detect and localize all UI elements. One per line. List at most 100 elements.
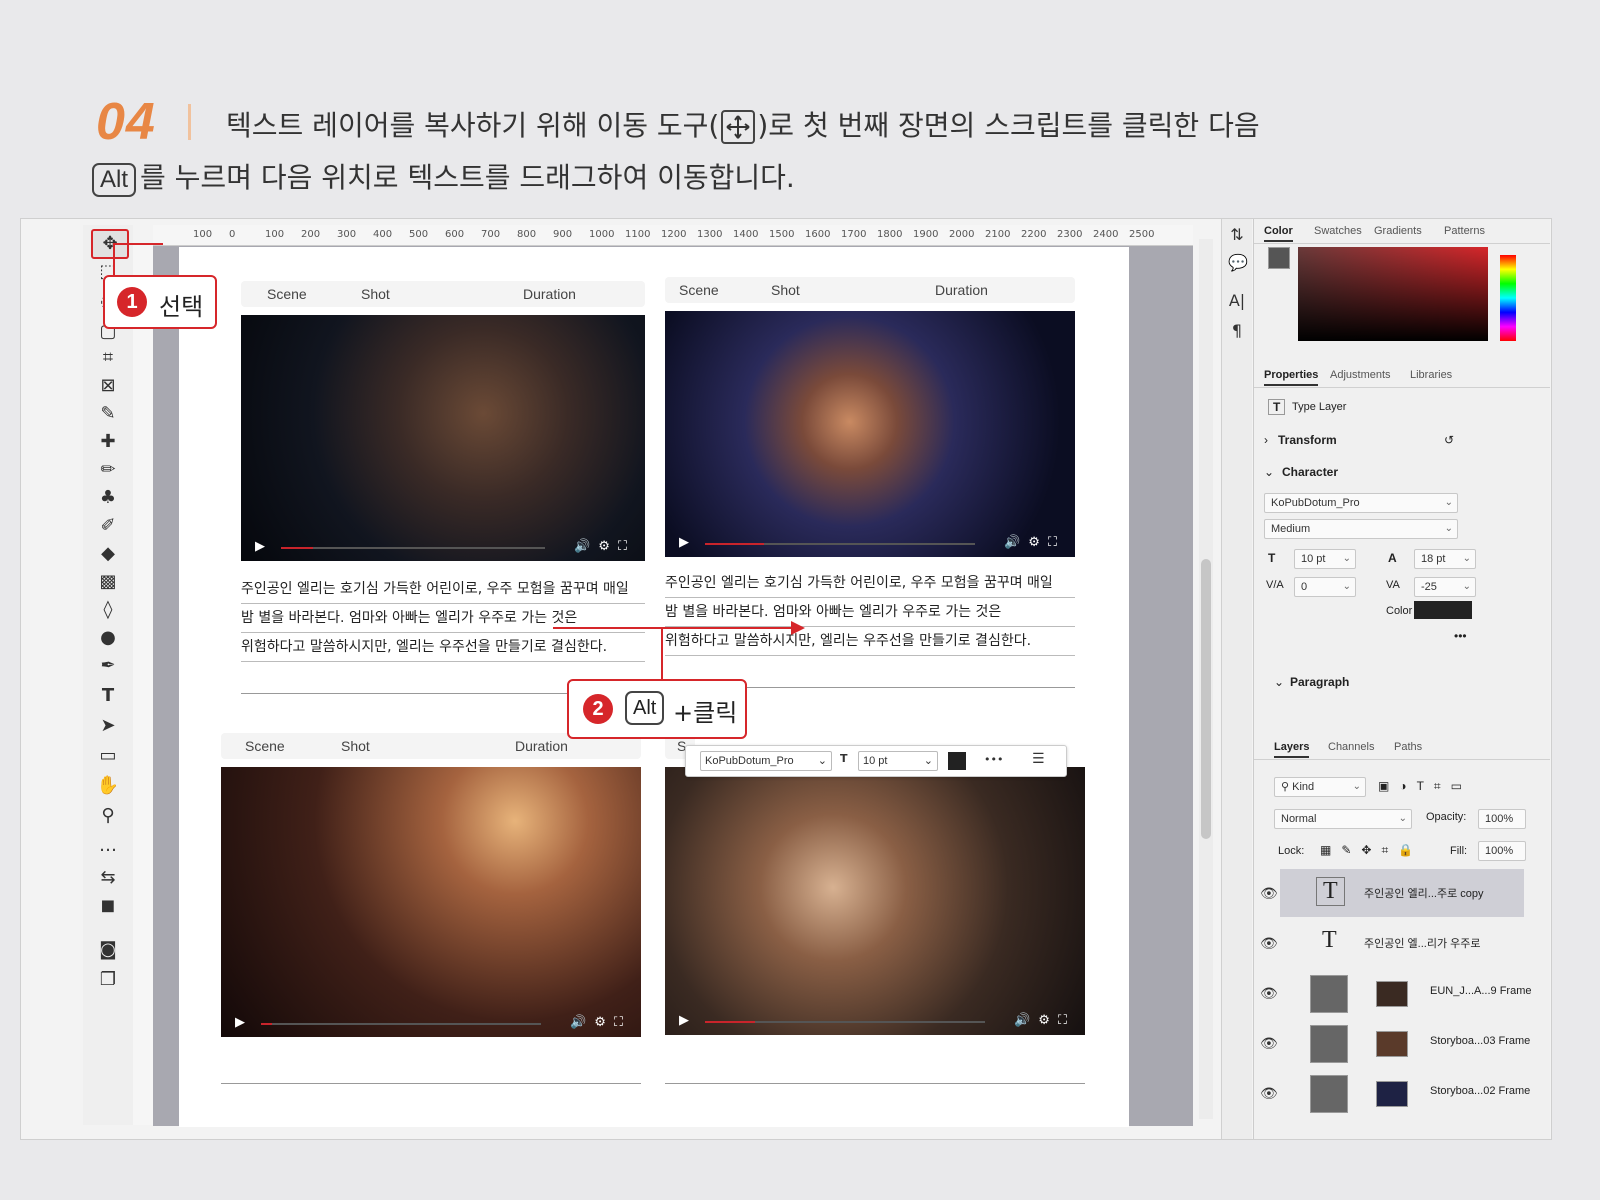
layer-row[interactable]: 👁 Storyboa...02 Frame xyxy=(1260,1069,1530,1117)
color-field[interactable] xyxy=(1298,247,1488,341)
leading-field[interactable]: 18 pt ⌄ xyxy=(1414,549,1476,569)
play-icon[interactable]: ▶ xyxy=(679,1013,689,1028)
tab-paths[interactable]: Paths xyxy=(1394,741,1422,753)
character-icon[interactable]: A| xyxy=(1228,291,1246,310)
more-options-button[interactable]: ••• xyxy=(984,753,1003,766)
tab-patterns[interactable]: Patterns xyxy=(1444,225,1485,237)
shot-label: Shot xyxy=(341,738,370,754)
tracking-field[interactable]: -25 ⌄ xyxy=(1414,577,1476,597)
eye-icon[interactable]: 👁 xyxy=(1260,935,1278,952)
text-color-swatch[interactable] xyxy=(948,752,966,770)
alt-key: Alt xyxy=(625,691,665,725)
frame-tool-icon[interactable]: ⊠ xyxy=(91,373,125,399)
tab-libraries[interactable]: Libraries xyxy=(1410,369,1452,381)
swap-colors-icon[interactable]: ⇆ xyxy=(91,865,125,891)
paragraph-icon[interactable]: ¶ xyxy=(1228,321,1246,340)
progress-bar[interactable] xyxy=(705,543,975,545)
layer-row[interactable]: 👁 EUN_J...A...9 Frame xyxy=(1260,969,1531,1017)
opacity-field[interactable]: 100% xyxy=(1478,809,1526,829)
tab-channels[interactable]: Channels xyxy=(1328,741,1374,753)
play-icon[interactable]: ▶ xyxy=(255,539,265,554)
layer-filter-icons[interactable]: ▣◑T⌗▭ xyxy=(1378,779,1472,794)
chevron-down-icon: ⌄ xyxy=(817,755,827,767)
text-color-swatch[interactable] xyxy=(1414,601,1472,619)
tab-layers[interactable]: Layers xyxy=(1274,741,1310,758)
scroll-thumb[interactable] xyxy=(1201,559,1211,839)
quick-mask-icon[interactable]: ◙ xyxy=(91,937,125,963)
history-brush-icon[interactable]: ✐ xyxy=(91,513,125,539)
tab-color[interactable]: Color xyxy=(1264,225,1293,242)
layer-filter-kind[interactable]: ⚲ Kind ⌄ xyxy=(1274,777,1366,797)
font-style-field[interactable]: Medium ⌄ xyxy=(1264,519,1458,539)
font-family-field[interactable]: KoPubDotum_Pro ⌄ xyxy=(1264,493,1458,513)
play-icon[interactable]: ▶ xyxy=(235,1015,245,1030)
character-section[interactable]: Character xyxy=(1282,465,1338,479)
stamp-tool-icon[interactable]: ♣ xyxy=(91,485,125,511)
progress-bar[interactable] xyxy=(705,1021,985,1023)
progress-bar[interactable] xyxy=(281,547,545,549)
blur-tool-icon[interactable]: ◊ xyxy=(91,597,125,623)
pen-tool-icon[interactable]: ✒ xyxy=(91,653,125,679)
dodge-tool-icon[interactable]: ● xyxy=(91,625,125,651)
eraser-tool-icon[interactable]: ◆ xyxy=(91,541,125,567)
sleeping-girl-image: ▶ 🔊⚙⛶ xyxy=(665,767,1085,1035)
rectangle-tool-icon[interactable]: ▭ xyxy=(91,743,125,769)
eyedropper-icon[interactable]: ✎ xyxy=(91,401,125,427)
player-icons[interactable]: 🔊⚙⛶ xyxy=(570,1015,631,1030)
screen-mode-icon[interactable]: ❐ xyxy=(91,967,125,993)
tab-properties[interactable]: Properties xyxy=(1264,369,1319,386)
opacity-label: Opacity: xyxy=(1426,811,1467,823)
script-text-2[interactable]: 주인공인 엘리는 호기심 가득한 어린이로, 우주 모험을 꿈꾸며 매일 밤 별… xyxy=(665,569,1075,656)
kerning-field[interactable]: 0 ⌄ xyxy=(1294,577,1356,597)
eye-icon[interactable]: 👁 xyxy=(1260,1035,1278,1052)
font-size-value: 10 pt xyxy=(1301,553,1326,565)
blend-mode-dropdown[interactable]: Normal ⌄ xyxy=(1274,809,1412,829)
player-icons[interactable]: 🔊⚙⛶ xyxy=(574,539,635,554)
font-size-field[interactable]: 10 pt ⌄ xyxy=(1294,549,1356,569)
progress-bar[interactable] xyxy=(261,1023,541,1025)
foreground-color[interactable] xyxy=(1268,247,1290,269)
chevron-right-icon[interactable]: › xyxy=(1264,433,1268,447)
chevron-down-icon[interactable]: ⌄ xyxy=(1264,465,1274,479)
type-tool-icon[interactable]: T xyxy=(91,683,125,709)
healing-brush-icon[interactable]: ✚ xyxy=(91,429,125,455)
eye-icon[interactable]: 👁 xyxy=(1260,885,1278,902)
eye-icon[interactable]: 👁 xyxy=(1260,985,1278,1002)
brush-tool-icon[interactable]: ✏ xyxy=(91,457,125,483)
hand-tool-icon[interactable]: ✋ xyxy=(91,773,125,799)
more-options-button[interactable]: ••• xyxy=(1454,629,1467,643)
font-family-dropdown[interactable]: KoPubDotum_Pro ⌄ xyxy=(700,751,832,771)
tab-gradients[interactable]: Gradients xyxy=(1374,225,1422,237)
script-text-1[interactable]: 주인공인 엘리는 호기심 가득한 어린이로, 우주 모험을 꿈꾸며 매일 밤 별… xyxy=(241,575,645,662)
reset-icon[interactable]: ↺ xyxy=(1444,433,1454,447)
canvas-scrollbar[interactable] xyxy=(1199,239,1213,1119)
player-icons[interactable]: 🔊⚙⛶ xyxy=(1004,535,1065,550)
transform-section[interactable]: Transform xyxy=(1278,433,1337,447)
player-icons[interactable]: 🔊⚙⛶ xyxy=(1014,1013,1075,1028)
layer-row[interactable]: 👁 T 주인공인 엘...리가 우주로 xyxy=(1260,919,1524,967)
layer-row[interactable]: 👁 T 주인공인 엘리...주로 copy xyxy=(1260,869,1524,917)
more-tools-icon[interactable]: … xyxy=(91,833,125,859)
paragraph-section[interactable]: Paragraph xyxy=(1290,675,1349,689)
chevron-down-icon[interactable]: ⌄ xyxy=(1274,675,1284,689)
divider-line xyxy=(665,1083,1085,1084)
step-divider xyxy=(188,104,191,140)
tab-adjustments[interactable]: Adjustments xyxy=(1330,369,1391,381)
comments-icon[interactable]: 💬 xyxy=(1228,253,1248,272)
eye-icon[interactable]: 👁 xyxy=(1260,1085,1278,1102)
play-icon[interactable]: ▶ xyxy=(679,535,689,550)
lock-icons[interactable]: ▦✎✥⌗🔒 xyxy=(1320,843,1423,858)
font-size-dropdown[interactable]: 10 pt ⌄ xyxy=(858,751,938,771)
path-select-icon[interactable]: ➤ xyxy=(91,713,125,739)
tracking-icon: VA xyxy=(1386,579,1400,591)
tab-swatches[interactable]: Swatches xyxy=(1314,225,1362,237)
hue-slider[interactable] xyxy=(1500,255,1516,341)
layer-row[interactable]: 👁 Storyboa...03 Frame xyxy=(1260,1019,1530,1067)
crop-tool-icon[interactable]: ⌗ xyxy=(91,345,125,371)
history-icon[interactable]: ⇅ xyxy=(1228,225,1246,244)
zoom-tool-icon[interactable]: ⚲ xyxy=(91,803,125,829)
fill-field[interactable]: 100% xyxy=(1478,841,1526,861)
settings-sliders-icon[interactable]: ☰ xyxy=(1032,751,1045,767)
gradient-tool-icon[interactable]: ▩ xyxy=(91,569,125,595)
color-swatches-icon[interactable]: ◼ xyxy=(91,893,125,919)
